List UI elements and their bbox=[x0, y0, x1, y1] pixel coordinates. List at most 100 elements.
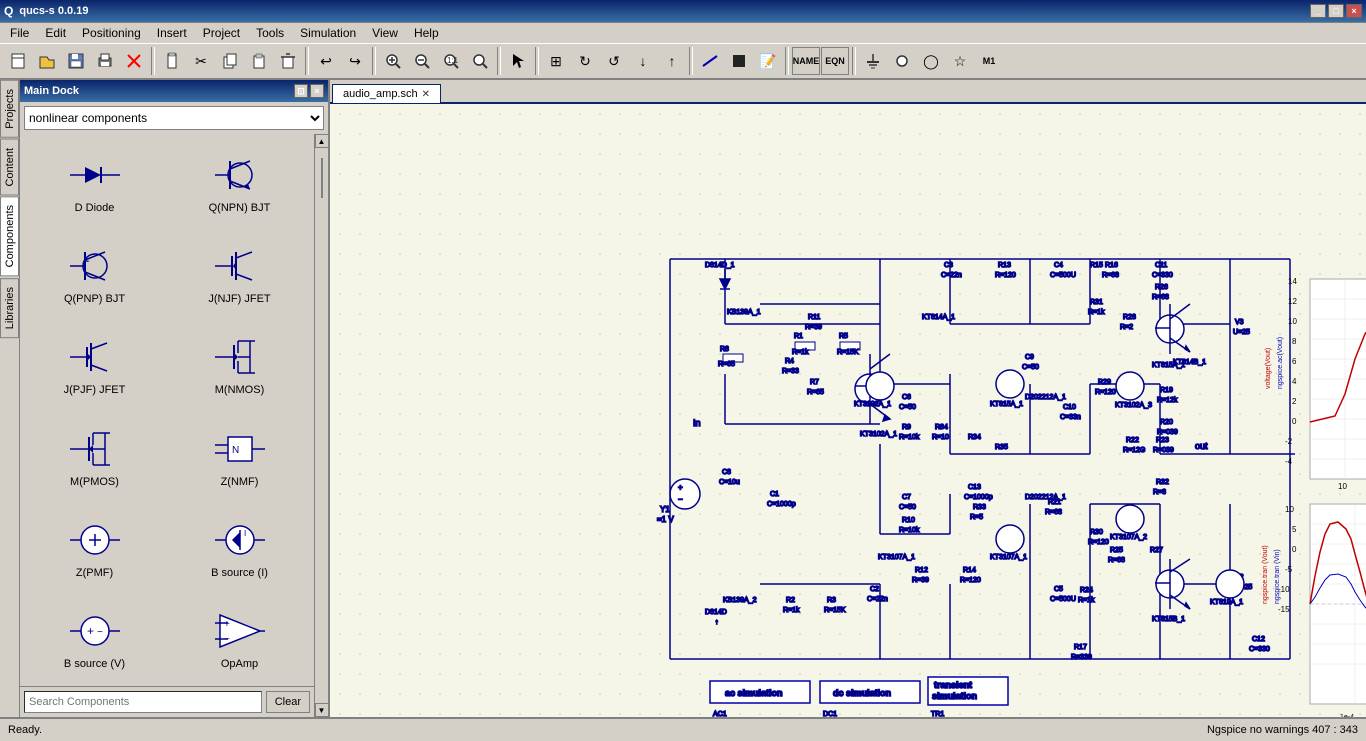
panel-header-controls[interactable]: ⊡ × bbox=[294, 84, 324, 98]
m1-button[interactable]: M1 bbox=[975, 47, 1003, 75]
svg-text:R=10k: R=10k bbox=[899, 527, 920, 534]
svg-text:5: 5 bbox=[1292, 525, 1297, 534]
svg-text:R=10k: R=10k bbox=[899, 434, 920, 441]
component-j-pjf-jfet[interactable]: J(PJF) JFET bbox=[24, 321, 165, 408]
zoom-out-button[interactable] bbox=[408, 47, 436, 75]
svg-text:C=22n: C=22n bbox=[941, 272, 962, 279]
panel-scrollbar[interactable]: ▲ ▼ bbox=[314, 134, 328, 717]
svg-text:C7: C7 bbox=[902, 494, 911, 501]
svg-text:KT815B_1: KT815B_1 bbox=[1152, 616, 1185, 623]
svg-text:R20: R20 bbox=[1160, 419, 1173, 426]
select-button[interactable] bbox=[504, 47, 532, 75]
minimize-button[interactable]: _ bbox=[1310, 4, 1326, 18]
clipboard-button[interactable] bbox=[158, 47, 186, 75]
print-button[interactable] bbox=[91, 47, 119, 75]
menu-simulation[interactable]: Simulation bbox=[292, 24, 364, 42]
cut-button[interactable]: ✂ bbox=[187, 47, 215, 75]
ground-button[interactable] bbox=[725, 47, 753, 75]
component-z-nmf[interactable]: N Z(NMF) bbox=[169, 412, 310, 499]
scroll-down-arrow[interactable]: ▼ bbox=[315, 703, 329, 717]
category-select[interactable]: nonlinear components linear components s… bbox=[24, 106, 324, 130]
toolbar-sep4 bbox=[497, 47, 501, 75]
zoom-in-button[interactable] bbox=[379, 47, 407, 75]
component-m-nmos[interactable]: M(NMOS) bbox=[169, 321, 310, 408]
zoom-area-button[interactable] bbox=[466, 47, 494, 75]
titlebar-controls[interactable]: _ □ × bbox=[1310, 4, 1362, 18]
tab-audio-amp-close[interactable]: ✕ bbox=[422, 89, 430, 100]
marker-button[interactable]: ◯ bbox=[917, 47, 945, 75]
tab-components[interactable]: Components bbox=[0, 196, 19, 276]
component-opamp[interactable]: + − OpAmp bbox=[169, 595, 310, 682]
wire-button[interactable] bbox=[696, 47, 724, 75]
new-button[interactable] bbox=[4, 47, 32, 75]
move-down-button[interactable]: ↓ bbox=[629, 47, 657, 75]
save-button[interactable] bbox=[62, 47, 90, 75]
menu-tools[interactable]: Tools bbox=[248, 24, 292, 42]
zoom-fit-button[interactable]: 1:1 bbox=[437, 47, 465, 75]
component-b-source-v[interactable]: + − B source (V) bbox=[24, 595, 165, 682]
svg-text:R5: R5 bbox=[839, 333, 848, 340]
component-j-njf-jfet[interactable]: J(NJF) JFET bbox=[169, 229, 310, 316]
scroll-thumb[interactable] bbox=[321, 158, 323, 198]
scroll-up-arrow[interactable]: ▲ bbox=[315, 134, 329, 148]
svg-text:KT3102A_3: KT3102A_3 bbox=[1115, 402, 1152, 409]
svg-text:R=15K: R=15K bbox=[824, 607, 846, 614]
svg-text:C=500U: C=500U bbox=[1050, 272, 1076, 279]
component-m-pmos[interactable]: M(PMOS) bbox=[24, 412, 165, 499]
svg-text:R=68: R=68 bbox=[1102, 272, 1119, 279]
rotate-left-button[interactable]: ↺ bbox=[600, 47, 628, 75]
svg-text:simulation: simulation bbox=[932, 691, 977, 701]
menu-project[interactable]: Project bbox=[195, 24, 248, 42]
trash-button[interactable] bbox=[274, 47, 302, 75]
gnd-symbol-button[interactable] bbox=[859, 47, 887, 75]
menu-positioning[interactable]: Positioning bbox=[74, 24, 149, 42]
component-z-pmf[interactable]: Z(PMF) bbox=[24, 503, 165, 590]
eqn-button[interactable]: EQN bbox=[821, 47, 849, 75]
panel-close-button[interactable]: × bbox=[310, 84, 324, 98]
svg-text:R15: R15 bbox=[1090, 262, 1103, 269]
rotate-right-button[interactable]: ↻ bbox=[571, 47, 599, 75]
category-selector[interactable]: nonlinear components linear components s… bbox=[24, 106, 324, 130]
svg-text:U=25: U=25 bbox=[1233, 329, 1250, 336]
name-button[interactable]: NAME bbox=[792, 47, 820, 75]
component-q-pnp-bjt-icon bbox=[65, 241, 125, 291]
svg-text:Y1: Y1 bbox=[660, 505, 670, 514]
close-button[interactable]: × bbox=[1346, 4, 1362, 18]
tab-audio-amp[interactable]: audio_amp.sch ✕ bbox=[332, 84, 441, 103]
paste-button[interactable] bbox=[245, 47, 273, 75]
svg-text:C3: C3 bbox=[944, 262, 953, 269]
tab-projects[interactable]: Projects bbox=[0, 80, 19, 138]
redo-button[interactable]: ↪ bbox=[341, 47, 369, 75]
open-button[interactable] bbox=[33, 47, 61, 75]
move-up-button[interactable]: ↑ bbox=[658, 47, 686, 75]
menu-file[interactable]: File bbox=[2, 24, 37, 42]
menu-view[interactable]: View bbox=[364, 24, 406, 42]
svg-text:KT3102A_1: KT3102A_1 bbox=[854, 401, 891, 408]
component-q-pnp-bjt[interactable]: Q(PNP) BJT bbox=[24, 229, 165, 316]
label-button[interactable]: 📝 bbox=[754, 47, 782, 75]
tab-libraries[interactable]: Libraries bbox=[0, 278, 19, 338]
menu-edit[interactable]: Edit bbox=[37, 24, 74, 42]
component-q-npn-bjt[interactable]: Q(NPN) BJT bbox=[169, 138, 310, 225]
clear-button[interactable]: Clear bbox=[266, 691, 310, 713]
mirror-x-button[interactable]: ⊞ bbox=[542, 47, 570, 75]
svg-text:1:1: 1:1 bbox=[447, 56, 459, 65]
menu-help[interactable]: Help bbox=[406, 24, 447, 42]
component-d-diode[interactable]: D Diode bbox=[24, 138, 165, 225]
delete-button[interactable] bbox=[120, 47, 148, 75]
undo-button[interactable]: ↩ bbox=[312, 47, 340, 75]
copy-button[interactable] bbox=[216, 47, 244, 75]
probe-button[interactable]: ☆ bbox=[946, 47, 974, 75]
search-input[interactable] bbox=[24, 691, 262, 713]
maximize-button[interactable]: □ bbox=[1328, 4, 1344, 18]
component-b-source-i[interactable]: I B source (I) bbox=[169, 503, 310, 590]
tab-content[interactable]: Content bbox=[0, 139, 19, 196]
svg-text:dc simulation: dc simulation bbox=[833, 688, 891, 698]
panel-float-button[interactable]: ⊡ bbox=[294, 84, 308, 98]
schematic-area[interactable]: + − Y1 =1 V In R8 R=65 R1 R=1k bbox=[330, 104, 1366, 717]
port-button[interactable] bbox=[888, 47, 916, 75]
svg-text:R2: R2 bbox=[786, 597, 795, 604]
menu-insert[interactable]: Insert bbox=[149, 24, 195, 42]
toolbar-sep8 bbox=[852, 47, 856, 75]
scroll-track[interactable] bbox=[321, 148, 323, 703]
